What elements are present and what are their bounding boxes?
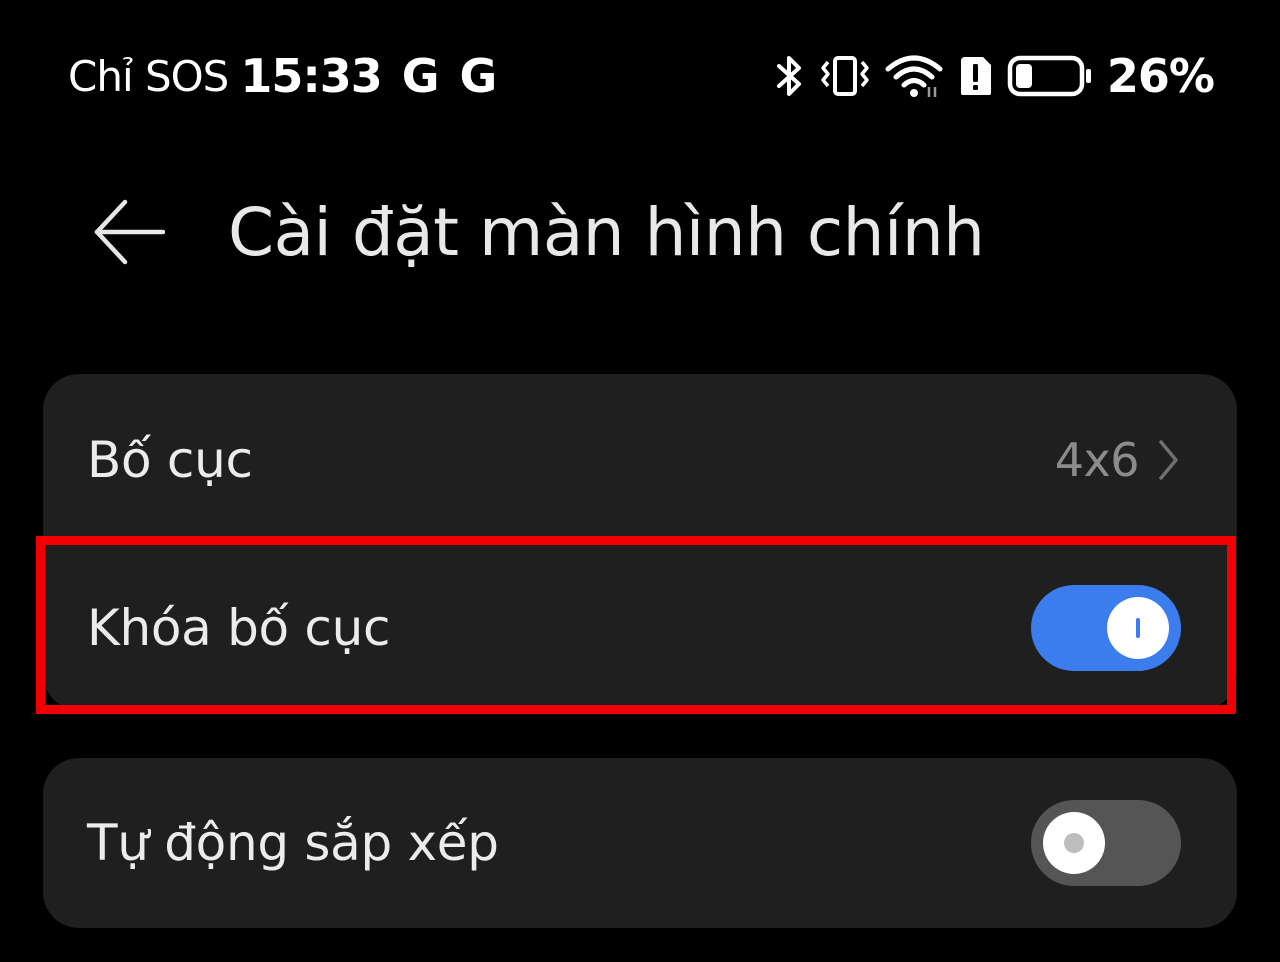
lock-layout-label: Khóa bố cục <box>87 599 391 657</box>
status-bar: Chỉ SOS 15:33 G G 26% <box>0 0 1280 150</box>
back-button[interactable] <box>88 192 170 272</box>
status-right: 26% <box>761 46 1215 106</box>
battery-icon <box>1007 54 1093 98</box>
layout-value: 4x6 <box>1054 433 1140 487</box>
toggle-off-mark-icon <box>1064 833 1084 853</box>
auto-arrange-setting-row[interactable]: Tự động sắp xếp <box>43 758 1237 928</box>
wifi-icon <box>885 53 943 99</box>
vibrate-icon <box>819 54 871 98</box>
back-arrow-icon <box>94 199 165 265</box>
google-notification-icon: G <box>401 49 440 103</box>
page-title: Cài đặt màn hình chính <box>228 194 985 271</box>
clock: 15:33 <box>240 49 382 103</box>
layout-value-group: 4x6 <box>1055 433 1179 487</box>
auto-arrange-label: Tự động sắp xếp <box>87 814 499 872</box>
auto-arrange-card: Tự động sắp xếp <box>43 758 1237 928</box>
app-header: Cài đặt màn hình chính <box>0 170 1280 300</box>
toggle-knob <box>1043 812 1105 874</box>
auto-arrange-toggle[interactable] <box>1031 800 1181 886</box>
google-notification-icon: G <box>459 49 498 103</box>
chevron-right-icon <box>1159 440 1178 480</box>
alert-icon <box>957 55 993 97</box>
carrier-label: Chỉ SOS <box>68 51 229 101</box>
layout-label: Bố cục <box>87 431 253 489</box>
toggle-knob <box>1107 597 1169 659</box>
lock-layout-setting-row[interactable]: Khóa bố cục <box>43 546 1237 710</box>
lock-layout-toggle[interactable] <box>1031 585 1181 671</box>
status-left: Chỉ SOS 15:33 G G <box>68 46 497 106</box>
layout-settings-card: Bố cục 4x6 Khóa bố cục <box>43 374 1237 710</box>
toggle-on-mark-icon <box>1136 618 1140 638</box>
layout-setting-row[interactable]: Bố cục 4x6 <box>43 374 1237 546</box>
bluetooth-icon <box>775 54 805 98</box>
battery-percentage: 26% <box>1106 49 1215 103</box>
